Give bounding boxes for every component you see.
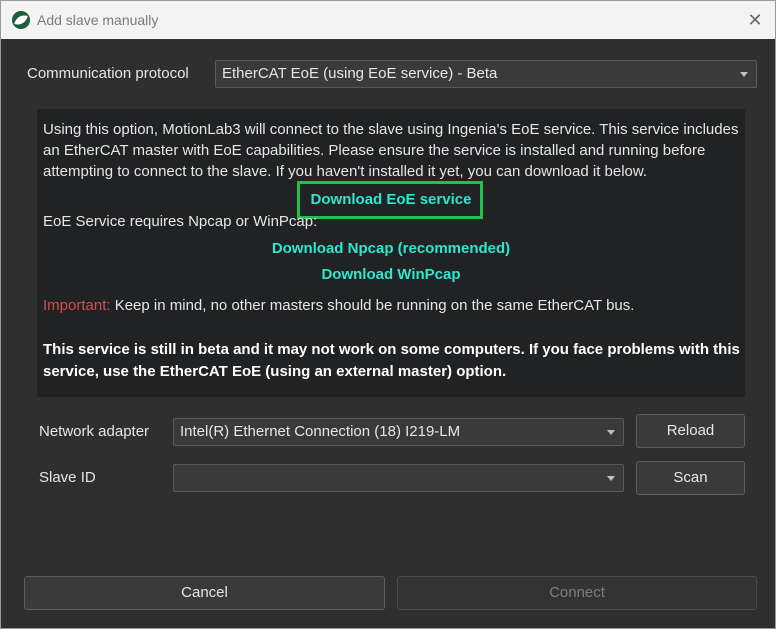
download-winpcap-link[interactable]: Download WinPcap — [37, 266, 745, 283]
protocol-label: Communication protocol — [27, 65, 189, 82]
cancel-button[interactable]: Cancel — [24, 576, 385, 610]
beta-note: This service is still in beta and it may… — [43, 341, 740, 380]
scan-button[interactable]: Scan — [636, 461, 745, 495]
title-bar: Add slave manually ✕ — [1, 1, 775, 39]
protocol-select[interactable]: EtherCAT EoE (using EoE service) - Beta — [215, 60, 757, 88]
info-panel: Using this option, MotionLab3 will conne… — [37, 109, 745, 397]
important-note: Important: Keep in mind, no other master… — [43, 297, 634, 314]
reload-button[interactable]: Reload — [636, 414, 745, 448]
close-icon[interactable]: ✕ — [745, 10, 765, 30]
chevron-down-icon — [607, 476, 615, 481]
motionlab-leaf-icon — [12, 11, 30, 29]
connect-button[interactable]: Connect — [397, 576, 757, 610]
add-slave-dialog: Add slave manually ✕ Communication proto… — [0, 0, 776, 629]
info-description: Using this option, MotionLab3 will conne… — [43, 121, 739, 180]
important-label: Important: — [43, 297, 111, 314]
chevron-down-icon — [740, 72, 748, 77]
window-title: Add slave manually — [37, 12, 159, 28]
chevron-down-icon — [607, 430, 615, 435]
slave-id-label: Slave ID — [39, 469, 96, 486]
network-adapter-value: Intel(R) Ethernet Connection (18) I219-L… — [180, 423, 461, 440]
download-npcap-link[interactable]: Download Npcap (recommended) — [37, 240, 745, 257]
network-adapter-select[interactable]: Intel(R) Ethernet Connection (18) I219-L… — [173, 418, 624, 446]
requires-text: EoE Service requires Npcap or WinPcap: — [43, 213, 318, 230]
important-text: Keep in mind, no other masters should be… — [110, 297, 635, 314]
network-adapter-label: Network adapter — [39, 423, 150, 440]
protocol-select-value: EtherCAT EoE (using EoE service) - Beta — [222, 65, 498, 82]
slave-id-select[interactable] — [173, 464, 624, 492]
download-eoe-link[interactable]: Download EoE service — [37, 191, 745, 208]
